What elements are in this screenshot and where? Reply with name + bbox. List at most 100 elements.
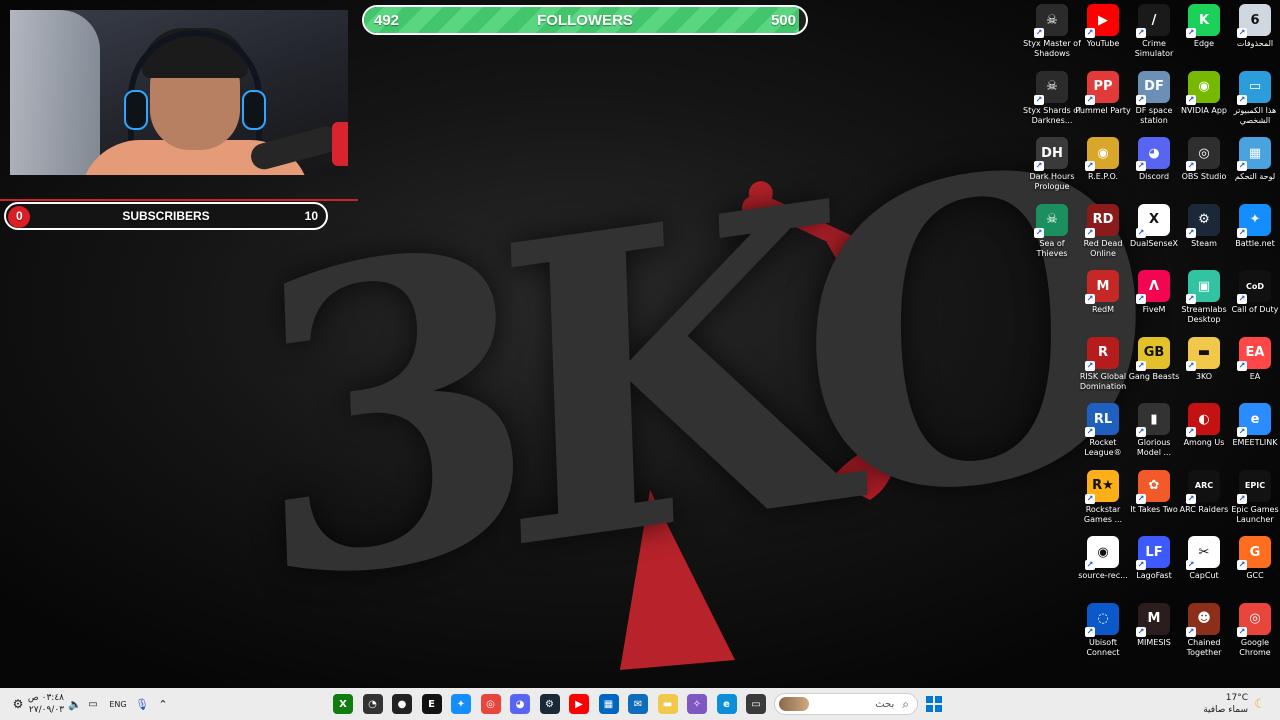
- language-indicator[interactable]: ENG: [108, 688, 128, 720]
- taskbar-weather[interactable]: 17°C سماء صافية: [1200, 692, 1248, 716]
- desktop-shortcut[interactable]: K ↗ Edge: [1178, 4, 1230, 68]
- desktop-shortcut[interactable]: ▭ ↗ هذا الكمبيوتر الشخصي: [1229, 70, 1280, 135]
- desktop-shortcut[interactable]: ▮ ↗ Glorious Model ...: [1128, 403, 1180, 467]
- chrome-icon[interactable]: ◎: [480, 694, 501, 714]
- webcam-divider-line: [0, 199, 358, 201]
- youtube-icon: ▶ ↗: [1085, 4, 1119, 38]
- microphone-icon[interactable]: 🎙: [135, 688, 149, 720]
- red-dead-online-icon: RD ↗: [1085, 203, 1119, 238]
- edge-icon: K ↗: [1186, 4, 1220, 38]
- epic-icon[interactable]: E: [421, 694, 442, 714]
- shortcut-arrow-icon: ↗: [1237, 493, 1247, 504]
- desktop-shortcut[interactable]: LF ↗ LagoFast: [1128, 536, 1180, 600]
- desktop-shortcut[interactable]: ☠ ↗ Styx Shards of Darknes...: [1023, 70, 1081, 135]
- xbox-icon[interactable]: X: [333, 694, 353, 714]
- shortcut-arrow-icon: ↗: [1085, 427, 1095, 437]
- shortcut-arrow-icon: ↗: [1186, 94, 1196, 105]
- desktop-shortcut[interactable]: DF ↗ DF space station: [1128, 70, 1180, 135]
- desktop-shortcut[interactable]: G ↗ GCC: [1229, 536, 1280, 600]
- desktop-shortcut[interactable]: X ↗ DualSenseX: [1128, 203, 1180, 268]
- desktop-shortcut-label: EMEETLINK: [1232, 438, 1278, 447]
- desktop-shortcut[interactable]: DH ↗ Dark Hours Prologue: [1026, 137, 1078, 201]
- outlook-icon[interactable]: ✉: [628, 694, 648, 714]
- redm-icon: M ↗: [1085, 270, 1119, 304]
- desktop-shortcut[interactable]: M ↗ MIMESIS: [1128, 602, 1180, 667]
- shortcut-arrow-icon: ↗: [1085, 94, 1095, 105]
- desktop-shortcut[interactable]: RL ↗ Rocket League®: [1077, 403, 1129, 467]
- desktop-shortcut[interactable]: ◕ ↗ Discord: [1128, 137, 1180, 201]
- desktop-shortcut[interactable]: R★ ↗ Rockstar Games ...: [1077, 469, 1129, 534]
- record-icon[interactable]: ●: [392, 694, 412, 714]
- desktop-shortcut[interactable]: Λ ↗ FiveM: [1128, 270, 1180, 334]
- desktop-shortcut[interactable]: EPIC ↗ Epic Games Launcher: [1229, 469, 1280, 534]
- desktop-shortcut[interactable]: CoD ↗ Call of Duty: [1229, 270, 1280, 334]
- taskbar-search[interactable]: بحث ⌕: [774, 693, 918, 715]
- desktop-shortcut[interactable]: ☠ ↗ Styx Master of Shadows: [1023, 4, 1081, 68]
- shortcut-arrow-icon: ↗: [1237, 626, 1247, 637]
- desktop-shortcut[interactable]: ⚙ ↗ Steam: [1178, 203, 1230, 268]
- task-view-icon[interactable]: ▭: [746, 694, 766, 714]
- taskbar-clock[interactable]: ٠٣:٤٨ ص ٢٧/٠٩/٠٣: [24, 692, 64, 716]
- desktop-shortcut[interactable]: ▦ ↗ لوحة التحكم: [1229, 137, 1280, 201]
- desktop-shortcut[interactable]: e ↗ EMEETLINK: [1229, 403, 1280, 467]
- shortcut-arrow-icon: ↗: [1186, 626, 1196, 637]
- speed-icon[interactable]: ◔: [362, 694, 383, 714]
- shortcut-arrow-icon: ↗: [1237, 560, 1247, 570]
- desktop-shortcut[interactable]: 6 ↗ المحذوفات: [1229, 4, 1280, 68]
- steam-icon[interactable]: ⚙: [539, 694, 560, 714]
- desktop-shortcut-label: Red Dead Online: [1083, 238, 1123, 258]
- desktop-shortcut[interactable]: GB ↗ Gang Beasts: [1128, 336, 1180, 401]
- shortcut-arrow-icon: ↗: [1186, 28, 1196, 38]
- desktop-shortcut[interactable]: ✿ ↗ It Takes Two: [1128, 469, 1180, 534]
- desktop-shortcut[interactable]: ◌ ↗ Ubisoft Connect: [1077, 602, 1129, 667]
- desktop-shortcut[interactable]: / ↗ Crime Simulator: [1128, 4, 1180, 68]
- shortcut-arrow-icon: ↗: [1136, 227, 1146, 238]
- desktop-shortcut[interactable]: ◉ ↗ source-rec...: [1077, 536, 1129, 600]
- shortcut-arrow-icon: ↗: [1034, 227, 1044, 238]
- desktop-shortcut[interactable]: ◎ ↗ Google Chrome: [1229, 602, 1280, 667]
- discord-icon[interactable]: ◕: [510, 694, 530, 714]
- desktop-shortcut[interactable]: ▣ ↗ Streamlabs Desktop: [1178, 270, 1230, 334]
- battlenet-icon[interactable]: ✦: [451, 694, 471, 714]
- desktop-shortcut[interactable]: ✂ ↗ CapCut: [1178, 536, 1230, 600]
- desktop-shortcut[interactable]: ▶ ↗ YouTube: [1077, 4, 1129, 68]
- desktop-shortcut[interactable]: ◎ ↗ OBS Studio: [1178, 137, 1230, 201]
- desktop-shortcut[interactable]: M ↗ RedM: [1077, 270, 1129, 334]
- desktop-shortcut[interactable]: R ↗ RISK Global Domination: [1077, 336, 1129, 401]
- desktop-shortcut[interactable]: ARC ↗ ARC Raiders: [1178, 469, 1230, 534]
- desktop-shortcut[interactable]: PP ↗ Pummel Party: [1075, 70, 1131, 135]
- shortcut-arrow-icon: ↗: [1136, 94, 1146, 105]
- desktop-shortcut[interactable]: ▬ ↗ 3KO: [1178, 336, 1230, 401]
- store-icon[interactable]: ▦: [598, 694, 619, 714]
- network-icon[interactable]: ▭: [86, 688, 100, 720]
- file-explorer-icon[interactable]: ▬: [657, 694, 678, 714]
- desktop-shortcut[interactable]: ☠ ↗ Sea of Thieves: [1026, 203, 1078, 268]
- moon-weather-icon: ☾: [1254, 696, 1266, 712]
- desktop-shortcut[interactable]: ◉ ↗ R.E.P.O.: [1077, 137, 1129, 201]
- desktop-shortcut[interactable]: RD ↗ Red Dead Online: [1077, 203, 1129, 268]
- it-takes-two-icon: ✿ ↗: [1136, 469, 1170, 504]
- webcam-feed: [10, 10, 348, 175]
- risk-icon: R ↗: [1085, 336, 1119, 371]
- volume-icon[interactable]: 🔈: [68, 688, 82, 720]
- followers-goal: 500: [770, 11, 796, 29]
- desktop-shortcut-label: Steam: [1191, 238, 1217, 248]
- desktop-shortcut-label: GCC: [1246, 571, 1264, 580]
- youtube-icon[interactable]: ▶: [569, 694, 589, 714]
- desktop-shortcut[interactable]: ☻ ↗ Chained Together: [1178, 602, 1230, 667]
- emeetlink-icon: e ↗: [1237, 403, 1271, 437]
- edge-icon[interactable]: e: [716, 694, 737, 714]
- desktop-shortcut-label: هذا الكمبيوتر الشخصي: [1233, 105, 1277, 125]
- desktop-shortcut[interactable]: ✦ ↗ Battle.net: [1229, 203, 1280, 268]
- copilot-icon[interactable]: ✧: [687, 694, 707, 714]
- chevron-up-icon[interactable]: ⌃: [156, 688, 170, 720]
- desktop-shortcut-label: RISK Global Domination: [1079, 371, 1127, 391]
- desktop-shortcut[interactable]: ◉ ↗ NVIDIA App: [1178, 70, 1230, 135]
- shortcut-arrow-icon: ↗: [1237, 427, 1247, 437]
- start-button[interactable]: [924, 688, 944, 720]
- desktop-shortcut[interactable]: ◐ ↗ Among Us: [1178, 403, 1230, 467]
- desktop-shortcut-label: Rockstar Games ...: [1083, 504, 1123, 524]
- desktop-shortcut[interactable]: EA ↗ EA: [1229, 336, 1280, 401]
- windows-icon: [926, 696, 942, 712]
- capcut-icon: ✂ ↗: [1186, 536, 1220, 570]
